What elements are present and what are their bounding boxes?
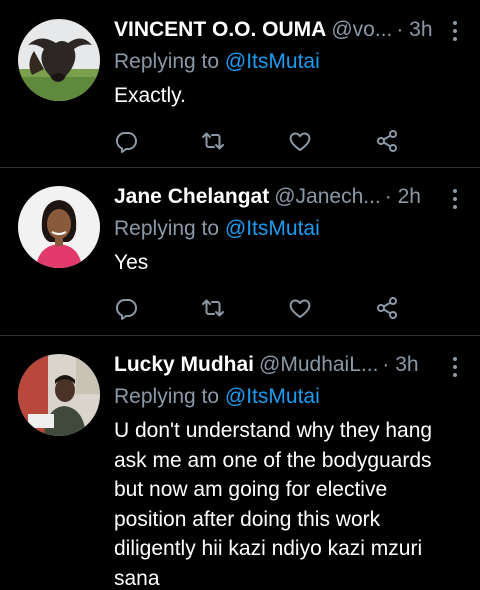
reply-button[interactable] — [114, 294, 201, 322]
avatar[interactable] — [18, 19, 100, 101]
tweet-header: VINCENT O.O. OUMA @vo... · 3h — [114, 16, 462, 44]
replying-to: Replying to @ItsMutai — [114, 47, 462, 77]
share-icon — [377, 130, 397, 152]
tweet-body: Lucky Mudhai @MudhaiL... · 3h Replying t… — [114, 351, 462, 590]
buffalo-avatar-image — [18, 19, 100, 101]
mention-link[interactable]: @ItsMutai — [225, 217, 320, 240]
avatar[interactable] — [18, 354, 100, 436]
timestamp[interactable]: · 3h — [396, 16, 432, 44]
tweet-header: Lucky Mudhai @MudhaiL... · 3h — [114, 351, 462, 379]
mention-link[interactable]: @ItsMutai — [225, 50, 320, 73]
profile-photo-avatar-image — [18, 354, 100, 436]
retweet-button[interactable] — [201, 294, 288, 322]
like-button[interactable] — [288, 127, 375, 155]
retweet-button[interactable] — [201, 127, 288, 155]
more-vertical-icon[interactable] — [452, 188, 458, 210]
share-button[interactable] — [375, 127, 462, 155]
profile-photo-avatar-image — [18, 186, 100, 268]
mention-link[interactable]: @ItsMutai — [225, 385, 320, 408]
tweet-item[interactable]: VINCENT O.O. OUMA @vo... · 3h Replying t… — [0, 0, 480, 168]
tweet-actions — [114, 126, 462, 156]
reply-icon — [115, 299, 137, 320]
author-name[interactable]: Jane Chelangat — [114, 183, 269, 211]
tweet-actions — [114, 293, 462, 323]
tweet-body: Jane Chelangat @Janech... · 2h Replying … — [114, 183, 462, 335]
author-handle[interactable]: @vo... — [331, 16, 392, 44]
heart-icon — [289, 132, 311, 151]
reply-feed: VINCENT O.O. OUMA @vo... · 3h Replying t… — [0, 0, 480, 590]
tweet-item[interactable]: Jane Chelangat @Janech... · 2h Replying … — [0, 168, 480, 336]
timestamp[interactable]: · 2h — [385, 183, 421, 211]
tweet-text: Yes — [114, 251, 149, 274]
like-button[interactable] — [288, 294, 375, 322]
more-vertical-icon[interactable] — [452, 356, 458, 378]
replying-prefix: Replying to — [114, 385, 220, 408]
tweet-text: U don't understand why they hang ask me … — [114, 419, 433, 590]
share-icon — [377, 297, 397, 319]
tweet-text: Exactly. — [114, 84, 186, 107]
heart-icon — [289, 299, 311, 318]
replying-to: Replying to @ItsMutai — [114, 214, 462, 244]
tweet-body: VINCENT O.O. OUMA @vo... · 3h Replying t… — [114, 16, 462, 167]
avatar[interactable] — [18, 186, 100, 268]
replying-prefix: Replying to — [114, 50, 220, 73]
author-name[interactable]: VINCENT O.O. OUMA — [114, 16, 326, 44]
reply-button[interactable] — [114, 127, 201, 155]
retweet-icon — [202, 299, 224, 317]
replying-prefix: Replying to — [114, 217, 220, 240]
more-vertical-icon[interactable] — [452, 20, 458, 42]
author-name[interactable]: Lucky Mudhai — [114, 351, 254, 379]
tweet-header: Jane Chelangat @Janech... · 2h — [114, 183, 462, 211]
retweet-icon — [202, 132, 224, 150]
author-handle[interactable]: @Janech... — [274, 183, 381, 211]
author-handle[interactable]: @MudhaiL... — [259, 351, 378, 379]
replying-to: Replying to @ItsMutai — [114, 382, 462, 412]
timestamp[interactable]: · 3h — [382, 351, 418, 379]
share-button[interactable] — [375, 294, 462, 322]
reply-icon — [115, 132, 137, 153]
tweet-item[interactable]: Lucky Mudhai @MudhaiL... · 3h Replying t… — [0, 336, 480, 590]
